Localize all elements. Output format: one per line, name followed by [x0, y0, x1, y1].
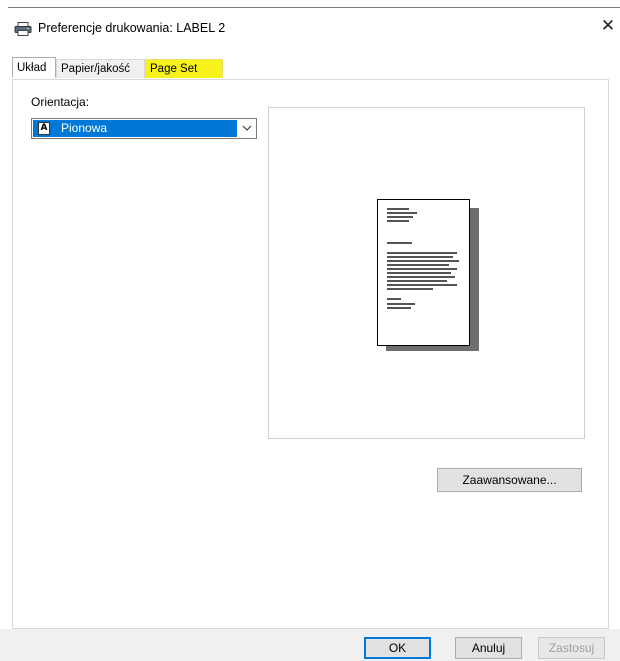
- title-bar: Preferencje drukowania: LABEL 2 ✕: [0, 8, 620, 42]
- orientation-dropdown[interactable]: A Pionowa: [31, 118, 257, 139]
- chevron-down-icon[interactable]: [240, 121, 254, 135]
- apply-button[interactable]: Zastosuj: [538, 637, 605, 659]
- orientation-value: Pionowa: [61, 121, 108, 135]
- tab-papier-jakosc[interactable]: Papier/jakość: [56, 59, 145, 78]
- orientation-label: Orientacja:: [31, 95, 90, 109]
- advanced-button[interactable]: Zaawansowane...: [437, 468, 582, 492]
- printer-icon: [14, 22, 32, 36]
- orientation-selection: A Pionowa: [33, 120, 237, 137]
- dialog-button-bar: [0, 629, 620, 661]
- tab-uklad[interactable]: Układ: [12, 57, 56, 78]
- window-title: Preferencje drukowania: LABEL 2: [38, 21, 226, 35]
- page-preview-document-icon: [377, 199, 470, 346]
- ok-button[interactable]: OK: [364, 637, 431, 659]
- close-button[interactable]: ✕: [598, 16, 618, 36]
- portrait-page-icon: A: [38, 122, 50, 135]
- tab-page-set[interactable]: Page Set: [145, 59, 223, 78]
- cancel-button[interactable]: Anuluj: [455, 637, 522, 659]
